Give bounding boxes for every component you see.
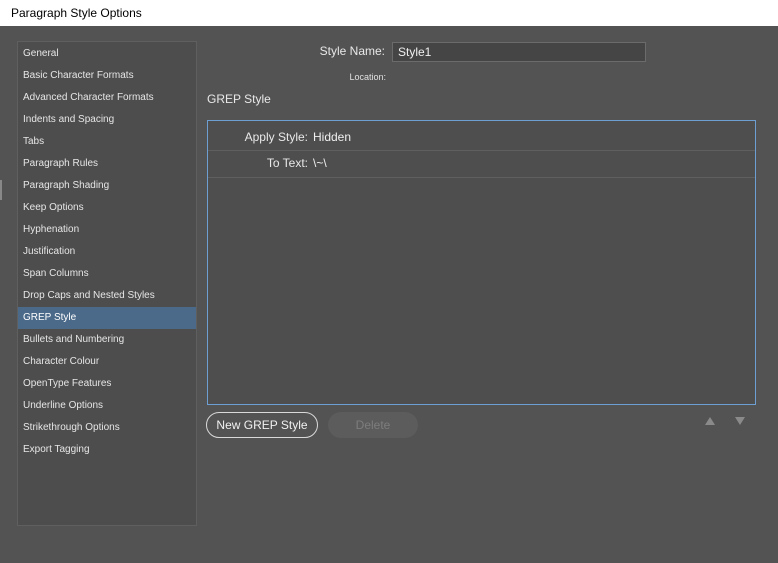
grep-style-list[interactable]: Apply Style: Hidden To Text: \~\ — [207, 120, 756, 405]
to-text-label: To Text: — [266, 156, 308, 170]
move-down-icon[interactable] — [733, 414, 747, 428]
sidebar-item-character-colour[interactable]: Character Colour — [18, 351, 196, 373]
sidebar-item-export-tagging[interactable]: Export Tagging — [18, 439, 196, 461]
move-up-icon[interactable] — [703, 414, 717, 428]
sidebar-item-general[interactable]: General — [18, 43, 196, 65]
style-name-input[interactable] — [392, 42, 646, 62]
grep-row-divider — [208, 177, 755, 178]
sidebar-item-strikethrough-options[interactable]: Strikethrough Options — [18, 417, 196, 439]
sidebar-item-bullets-and-numbering[interactable]: Bullets and Numbering — [18, 329, 196, 351]
grep-row-divider — [208, 150, 755, 151]
sidebar-item-tabs[interactable]: Tabs — [18, 131, 196, 153]
to-text-value[interactable]: \~\ — [313, 156, 327, 170]
sidebar-item-indents-and-spacing[interactable]: Indents and Spacing — [18, 109, 196, 131]
sidebar-item-grep-style[interactable]: GREP Style — [18, 307, 196, 329]
sidebar-item-advanced-character-formats[interactable]: Advanced Character Formats — [18, 87, 196, 109]
window-title: Paragraph Style Options — [0, 0, 778, 26]
sidebar-item-hyphenation[interactable]: Hyphenation — [18, 219, 196, 241]
apply-style-label: Apply Style: — [244, 130, 308, 144]
sidebar-item-keep-options[interactable]: Keep Options — [18, 197, 196, 219]
sidebar-item-span-columns[interactable]: Span Columns — [18, 263, 196, 285]
grep-style-heading: GREP Style — [207, 92, 271, 106]
delete-button[interactable]: Delete — [328, 412, 418, 438]
category-sidebar: General Basic Character Formats Advanced… — [17, 41, 197, 526]
sidebar-item-drop-caps-and-nested-styles[interactable]: Drop Caps and Nested Styles — [18, 285, 196, 307]
sidebar-item-opentype-features[interactable]: OpenType Features — [18, 373, 196, 395]
new-grep-style-button[interactable]: New GREP Style — [206, 412, 318, 438]
sidebar-item-paragraph-rules[interactable]: Paragraph Rules — [18, 153, 196, 175]
apply-style-value[interactable]: Hidden — [313, 130, 351, 144]
style-name-label: Style Name: — [319, 44, 385, 58]
sidebar-item-basic-character-formats[interactable]: Basic Character Formats — [18, 65, 196, 87]
sidebar-item-paragraph-shading[interactable]: Paragraph Shading — [18, 175, 196, 197]
window-edge — [0, 180, 2, 200]
sidebar-item-underline-options[interactable]: Underline Options — [18, 395, 196, 417]
sidebar-item-justification[interactable]: Justification — [18, 241, 196, 263]
location-label: Location: — [349, 72, 386, 82]
